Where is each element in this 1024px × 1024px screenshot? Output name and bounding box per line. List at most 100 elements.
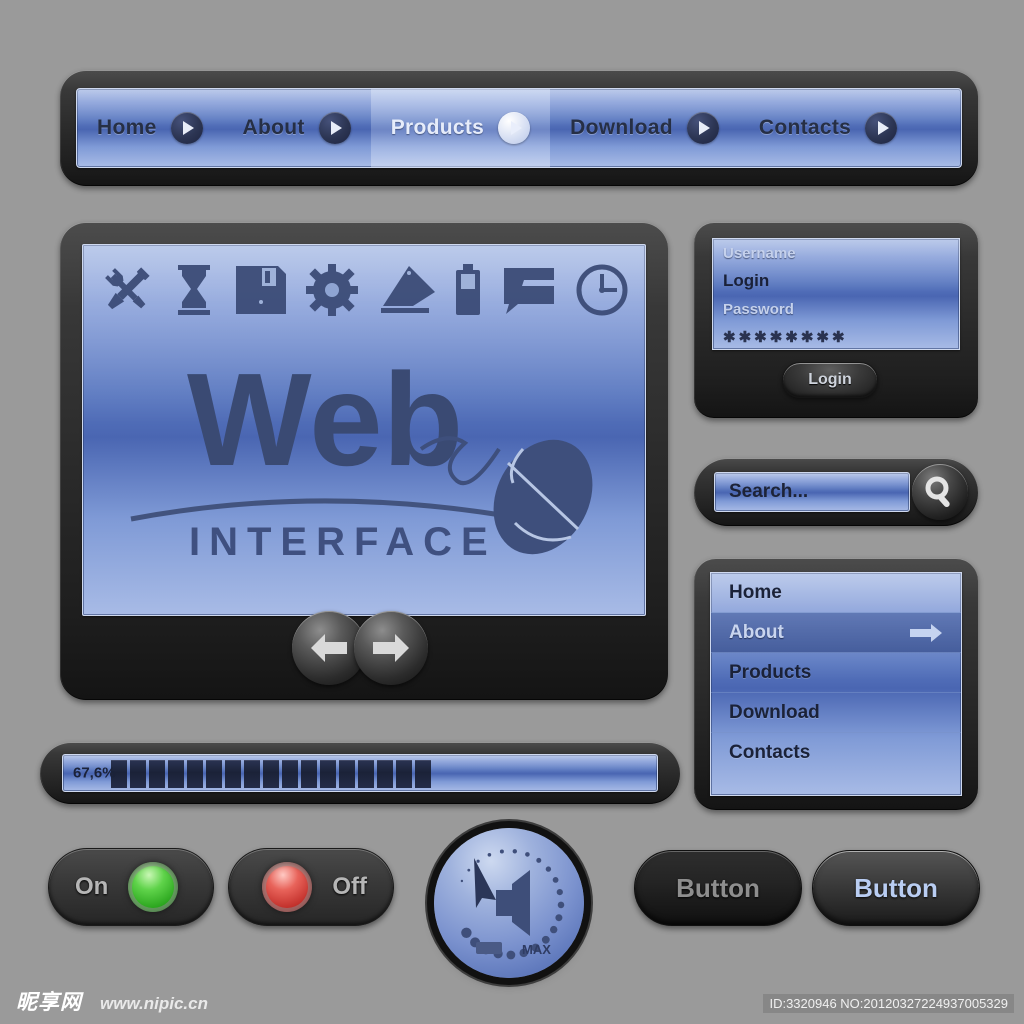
play-circle-icon (865, 112, 898, 144)
progress-fill (111, 760, 431, 788)
username-input[interactable]: Login (713, 267, 959, 295)
play-circle-icon (170, 112, 203, 144)
knob-scale-dot (461, 927, 472, 938)
toggle-switch-on[interactable]: On (48, 848, 214, 926)
knob-pointer-icon (474, 858, 496, 908)
led-red-icon (262, 862, 313, 912)
screen-toolbar (99, 261, 629, 323)
password-input[interactable]: ✱✱✱✱✱✱✱✱ (713, 323, 959, 349)
generic-button-secondary-label: Button (854, 872, 938, 903)
side-menu-label: About (729, 621, 784, 643)
battery-icon[interactable] (454, 263, 482, 321)
knob-scale-dot (487, 853, 492, 857)
gear-icon[interactable] (305, 263, 359, 321)
knob-scale-dot (467, 868, 471, 872)
eraser-icon[interactable] (377, 264, 437, 321)
progress-block (206, 760, 222, 788)
arrow-right-icon (373, 634, 409, 662)
logo-secondary-text: INTERFACE (189, 520, 497, 564)
navigation-strip: Home About Products Download Contacts (76, 88, 962, 168)
login-panel: Username Login Password ✱✱✱✱✱✱✱✱ Login (694, 222, 978, 418)
side-menu-list: Home About Products Download Contacts (710, 572, 962, 796)
nav-item-label: Contacts (758, 116, 852, 139)
side-menu-label: Contacts (729, 742, 811, 763)
knob-scale-dot (499, 849, 504, 854)
generic-button-primary[interactable]: Button (634, 850, 802, 926)
side-menu-item-products[interactable]: Products (711, 653, 961, 693)
top-navigation-bar: Home About Products Download Contacts (60, 70, 978, 186)
screen-pager (292, 609, 452, 687)
knob-scale-dot (545, 866, 552, 872)
search-bar: Search... (694, 458, 978, 526)
nav-item-download[interactable]: Download (550, 89, 739, 167)
generic-button-secondary[interactable]: Button (812, 850, 980, 926)
speaker-icon (496, 870, 530, 936)
side-menu-label: Products (729, 661, 812, 683)
knob-scale-dot (506, 950, 516, 960)
led-green-icon (128, 862, 179, 912)
knob-scale-dot (460, 879, 464, 883)
username-label: Username (723, 244, 796, 262)
progress-block (130, 760, 146, 788)
progress-track[interactable]: 67,6% (62, 754, 658, 792)
progress-percent-label: 67,6% (73, 764, 116, 782)
nav-item-about[interactable]: About (223, 89, 371, 167)
nav-item-label: About (242, 116, 305, 139)
side-menu-item-home[interactable]: Home (711, 573, 961, 613)
search-input-value: Search... (729, 481, 809, 502)
logo-primary-text: Web (187, 346, 463, 493)
knob-scale-dot (556, 889, 563, 896)
side-menu-item-download[interactable]: Download (711, 693, 961, 733)
knob-scale-dot (555, 914, 563, 922)
nav-item-products[interactable]: Products (370, 89, 551, 167)
clock-icon[interactable] (575, 264, 629, 321)
watermark-logo: 昵享网 (16, 990, 82, 1014)
knob-scale-dot (512, 849, 517, 854)
nav-item-home[interactable]: Home (77, 89, 223, 167)
password-value: ✱✱✱✱✱✱✱✱ (723, 329, 848, 346)
progress-bar: 67,6% (40, 742, 680, 804)
knob-scale-dot (525, 852, 530, 857)
nav-item-contacts[interactable]: Contacts (739, 89, 917, 167)
next-button[interactable] (354, 611, 428, 685)
footer-watermark: 昵享网 www.nipic.cn ID:3320946 NO:201203272… (0, 984, 1024, 1024)
knob-scale-dot (476, 859, 480, 863)
arrow-right-icon (910, 623, 942, 642)
search-input[interactable]: Search... (714, 472, 910, 512)
toggle-off-label: Off (332, 873, 367, 900)
hourglass-icon[interactable] (172, 264, 216, 321)
side-menu-item-contacts[interactable]: Contacts (711, 733, 961, 773)
screen-logo: Web INTERFACE (83, 337, 645, 567)
generic-button-primary-label: Button (676, 872, 760, 903)
progress-block (282, 760, 298, 788)
progress-block (415, 760, 431, 788)
search-button[interactable] (912, 464, 968, 520)
tools-icon[interactable] (99, 264, 155, 321)
progress-block (396, 760, 412, 788)
side-menu-item-about[interactable]: About (711, 613, 961, 653)
ui-kit-canvas: Home About Products Download Contacts We… (0, 0, 1024, 1024)
login-button[interactable]: Login (782, 362, 878, 398)
nav-item-label: Download (570, 116, 673, 139)
progress-block (225, 760, 241, 788)
speech-bubble-icon[interactable] (500, 264, 558, 321)
volume-knob[interactable]: MAX (434, 828, 584, 978)
watermark-id: ID:3320946 NO:20120327224937005329 (763, 994, 1014, 1013)
side-menu-label: Home (729, 581, 782, 603)
progress-block (149, 760, 165, 788)
toggle-switch-off[interactable]: Off (228, 848, 394, 926)
toggle-on-label: On (75, 873, 109, 900)
nav-item-label: Products (390, 116, 485, 139)
floppy-disk-icon[interactable] (234, 264, 288, 321)
knob-min-marker (476, 942, 502, 954)
main-screen-display: Web INTERFACE (82, 244, 646, 616)
username-label-row: Username (713, 239, 959, 267)
magnifier-icon (925, 476, 950, 507)
knob-scale-dot (557, 901, 565, 909)
watermark-url: www.nipic.cn (100, 994, 208, 1013)
main-screen-frame: Web INTERFACE (60, 222, 668, 700)
password-label-row: Password (713, 295, 959, 323)
knob-scale-dot (550, 925, 558, 934)
play-circle-icon (318, 112, 351, 144)
progress-block (244, 760, 260, 788)
